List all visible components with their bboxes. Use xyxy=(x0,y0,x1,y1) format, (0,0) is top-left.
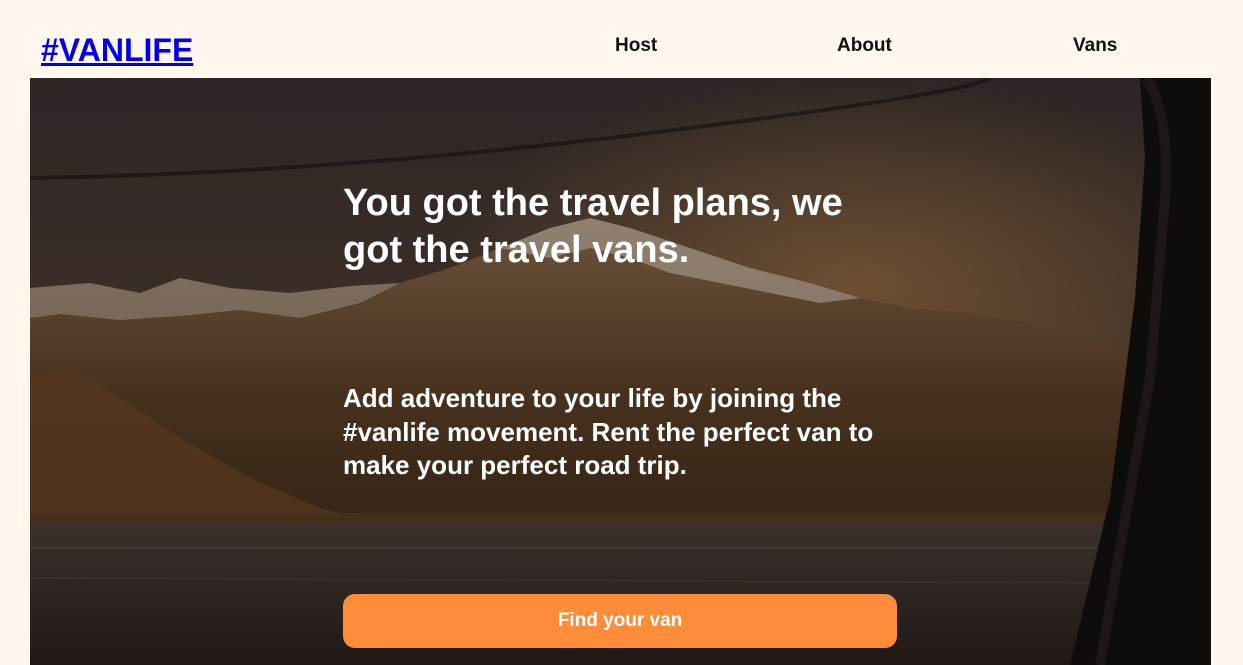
logo-link[interactable]: #VANLIFE xyxy=(41,34,193,66)
hero-subtitle: Add adventure to your life by joining th… xyxy=(343,383,874,481)
site-header: #VANLIFE Host About Vans xyxy=(0,0,1243,78)
nav-link-host[interactable]: Host xyxy=(615,36,657,55)
hero-background-image xyxy=(30,78,1211,665)
nav-link-about[interactable]: About xyxy=(837,36,892,55)
hero-title: You got the travel plans, we got the tra… xyxy=(343,182,843,271)
hero-section: You got the travel plans, we got the tra… xyxy=(30,78,1211,665)
nav-link-vans[interactable]: Vans xyxy=(1073,36,1117,55)
find-your-van-button[interactable]: Find your van xyxy=(343,594,897,648)
